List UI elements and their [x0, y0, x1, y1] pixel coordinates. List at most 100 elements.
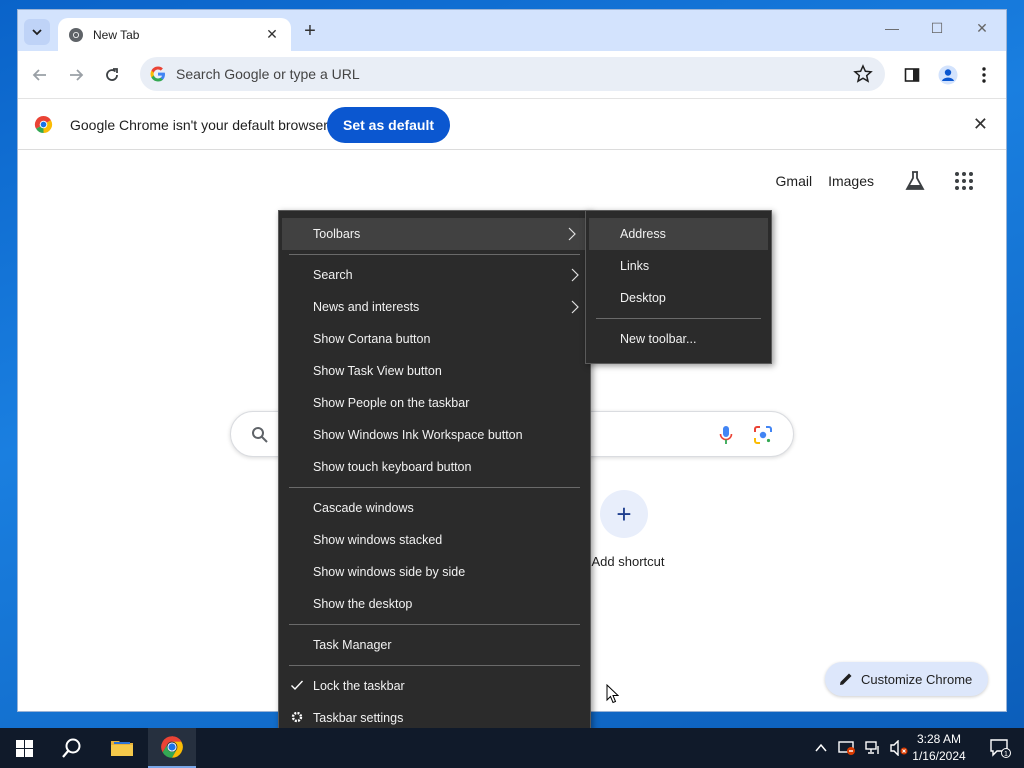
menu-item-search[interactable]: Search	[279, 259, 590, 291]
menu-item-label: Show touch keyboard button	[313, 460, 472, 474]
google-lens-icon[interactable]	[753, 425, 773, 445]
security-center-icon[interactable]	[838, 740, 856, 756]
menu-separator	[596, 318, 761, 319]
menu-item-windows-side-by-side[interactable]: Show windows side by side	[279, 556, 590, 588]
menu-item-label: Show Task View button	[313, 364, 442, 378]
reload-icon	[106, 68, 118, 81]
close-window-button[interactable]: ✕	[970, 20, 994, 37]
notification-icon: 1	[990, 739, 1011, 758]
labs-flask-icon[interactable]	[904, 170, 926, 192]
microphone-icon[interactable]	[719, 425, 733, 445]
menu-item-show-ink-workspace[interactable]: Show Windows Ink Workspace button	[279, 419, 590, 451]
add-shortcut-button[interactable]: +	[600, 490, 648, 538]
gmail-link[interactable]: Gmail	[776, 173, 813, 189]
system-tray	[814, 728, 908, 768]
pencil-icon	[840, 673, 852, 685]
gear-icon	[291, 711, 303, 723]
menu-item-label: Address	[620, 227, 666, 241]
tab-title: New Tab	[93, 27, 140, 42]
submenu-item-links[interactable]: Links	[586, 250, 771, 282]
maximize-button[interactable]: ☐	[925, 20, 949, 37]
menu-item-show-desktop[interactable]: Show the desktop	[279, 588, 590, 620]
menu-item-windows-stacked[interactable]: Show windows stacked	[279, 524, 590, 556]
set-as-default-button[interactable]: Set as default	[327, 107, 451, 143]
menu-item-cascade-windows[interactable]: Cascade windows	[279, 492, 590, 524]
chrome-taskbar-button[interactable]	[148, 728, 196, 768]
side-panel-icon	[904, 68, 920, 82]
action-center-button[interactable]: 1	[976, 728, 1024, 768]
forward-button[interactable]	[65, 64, 87, 86]
checkmark-icon	[291, 680, 304, 691]
apps-grid-icon[interactable]	[954, 171, 974, 191]
chevron-right-icon	[571, 300, 579, 314]
menu-item-show-touch-keyboard[interactable]: Show touch keyboard button	[279, 451, 590, 483]
menu-item-label: Taskbar settings	[313, 711, 404, 725]
chrome-menu-button[interactable]	[973, 64, 995, 86]
menu-item-label: Show the desktop	[313, 597, 413, 611]
windows-logo-icon	[15, 739, 33, 757]
menu-item-task-manager[interactable]: Task Manager	[279, 629, 590, 661]
mouse-cursor-icon	[606, 684, 619, 704]
ntp-header-links: Gmail Images	[776, 170, 974, 192]
chevron-down-icon	[32, 29, 42, 36]
tab-strip: New Tab ✕ + — ☐ ✕	[18, 10, 1006, 51]
chrome-logo-icon	[161, 736, 183, 758]
search-icon	[62, 738, 81, 758]
new-tab-button[interactable]: +	[299, 21, 321, 41]
arrow-right-icon	[70, 69, 84, 81]
menu-separator	[289, 624, 580, 625]
menu-item-label: News and interests	[313, 300, 420, 314]
menu-item-label: Show People on the taskbar	[313, 396, 470, 410]
submenu-item-address[interactable]: Address	[589, 218, 768, 250]
infobar-message: Google Chrome isn't your default browser	[70, 117, 328, 133]
tab-close-icon[interactable]: ✕	[263, 26, 281, 43]
taskbar-search-button[interactable]	[48, 728, 96, 768]
menu-item-label: Show windows stacked	[313, 533, 443, 547]
clock-time: 3:28 AM	[916, 732, 962, 746]
infobar-close-icon[interactable]: ✕	[973, 114, 988, 135]
desktop: New Tab ✕ + — ☐ ✕ Search Google or type …	[0, 0, 1024, 768]
reload-button[interactable]	[101, 64, 123, 86]
menu-item-label: Show windows side by side	[313, 565, 466, 579]
back-button[interactable]	[29, 64, 51, 86]
menu-item-label: Links	[620, 259, 650, 273]
arrow-left-icon	[32, 69, 46, 81]
menu-item-show-people[interactable]: Show People on the taskbar	[279, 387, 590, 419]
chevron-up-icon[interactable]	[814, 741, 828, 755]
address-bar[interactable]: Search Google or type a URL	[140, 57, 885, 91]
submenu-item-desktop[interactable]: Desktop	[586, 282, 771, 314]
google-g-icon	[150, 66, 165, 82]
side-panel-button[interactable]	[901, 64, 923, 86]
menu-item-label: New toolbar...	[620, 332, 697, 346]
add-shortcut-label: Add shortcut	[591, 554, 665, 569]
menu-item-label: Search	[313, 268, 353, 282]
avatar-icon	[938, 65, 958, 85]
minimize-button[interactable]: —	[880, 20, 904, 36]
profile-button[interactable]	[937, 64, 959, 86]
menu-item-label: Lock the taskbar	[313, 679, 405, 693]
images-link[interactable]: Images	[828, 173, 874, 189]
tab-new-tab[interactable]: New Tab ✕	[58, 18, 291, 51]
file-explorer-button[interactable]	[98, 728, 146, 768]
menu-item-label: Toolbars	[313, 227, 361, 241]
browser-toolbar: Search Google or type a URL	[18, 51, 1006, 98]
submenu-item-new-toolbar[interactable]: New toolbar...	[586, 323, 771, 355]
menu-item-toolbars[interactable]: Toolbars	[282, 218, 587, 250]
chrome-logo-icon	[69, 27, 83, 42]
network-icon[interactable]	[864, 740, 882, 756]
menu-item-lock-taskbar[interactable]: Lock the taskbar	[279, 670, 590, 702]
menu-item-label: Show Cortana button	[313, 332, 431, 346]
plus-icon: +	[616, 498, 632, 529]
bookmark-star-icon[interactable]	[853, 64, 873, 84]
menu-item-news-and-interests[interactable]: News and interests	[279, 291, 590, 323]
customize-chrome-label: Customize Chrome	[861, 671, 973, 687]
start-button[interactable]	[0, 728, 48, 768]
taskbar-clock[interactable]: 3:28 AM 1/16/2024	[904, 731, 974, 765]
tab-search-button[interactable]	[24, 19, 50, 45]
menu-item-show-cortana[interactable]: Show Cortana button	[279, 323, 590, 355]
menu-separator	[289, 665, 580, 666]
menu-item-show-task-view[interactable]: Show Task View button	[279, 355, 590, 387]
menu-item-label: Show Windows Ink Workspace button	[313, 428, 523, 442]
menu-item-label: Desktop	[620, 291, 666, 305]
customize-chrome-button[interactable]: Customize Chrome	[825, 662, 989, 696]
